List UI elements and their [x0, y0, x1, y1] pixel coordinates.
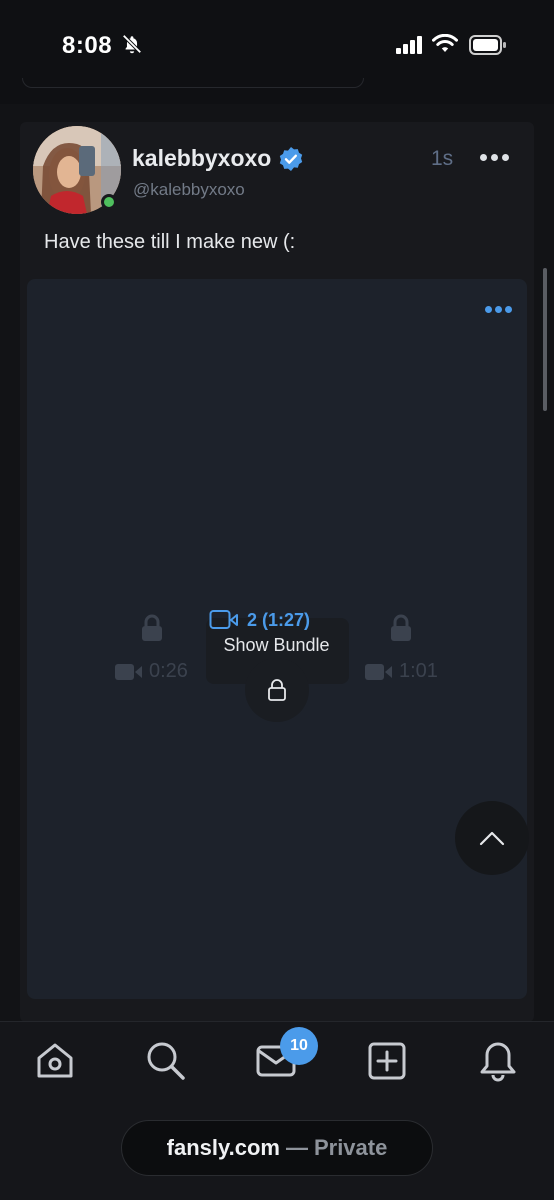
left-duration-label: 0:26 [149, 660, 188, 682]
right-duration-label: 1:01 [399, 660, 438, 682]
private-mode-label: Private [313, 1135, 388, 1160]
browser-url-bar[interactable]: fansly.com — Private [121, 1120, 433, 1176]
post-timestamp: 1s [431, 147, 454, 170]
page-scrollbar[interactable] [543, 268, 547, 411]
bell-slash-icon [122, 34, 142, 54]
lock-outline-icon [268, 679, 286, 701]
video-camera-icon [365, 663, 392, 680]
url-separator: — [285, 1135, 308, 1160]
wifi-icon [432, 34, 458, 52]
left-video-duration: 0:26 [115, 660, 188, 683]
cellular-signal-icon [396, 36, 422, 54]
video-outline-icon [209, 610, 238, 629]
media-more-options-icon[interactable] [485, 306, 512, 313]
status-bar: 8:08 [0, 0, 554, 84]
messages-badge: 10 [280, 1027, 318, 1065]
online-status-dot [101, 194, 117, 210]
home-icon[interactable] [35, 1040, 75, 1080]
scroll-to-top-button[interactable] [455, 801, 529, 875]
battery-icon [469, 35, 506, 55]
bundle-count-label: 2 (1:27) [247, 609, 311, 630]
chevron-up-icon [479, 831, 505, 846]
show-bundle-button[interactable]: Show Bundle [206, 635, 347, 656]
top-strip [0, 78, 554, 104]
notifications-icon[interactable] [478, 1040, 518, 1082]
bundle-count: 2 (1:27) [209, 609, 310, 631]
url-domain: fansly.com [166, 1135, 280, 1160]
post-text: Have these till I make new (: [44, 231, 296, 253]
status-time: 8:08 [62, 32, 113, 59]
lock-icon [391, 614, 411, 641]
create-post-icon[interactable] [368, 1042, 406, 1080]
search-icon[interactable] [145, 1040, 187, 1082]
post-more-options-icon[interactable] [480, 154, 509, 161]
author-display-name[interactable]: kalebbyxoxo [132, 145, 271, 172]
verified-badge-icon [279, 147, 303, 171]
right-video-duration: 1:01 [365, 660, 438, 683]
unlock-bundle-button[interactable] [245, 658, 309, 722]
video-camera-icon [115, 663, 142, 680]
lock-icon [142, 614, 162, 641]
author-handle[interactable]: @kalebbyxoxo [133, 180, 245, 200]
